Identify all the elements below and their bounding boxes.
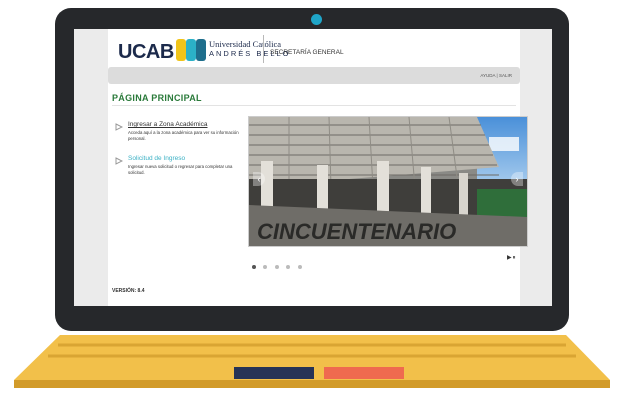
page-title: PÁGINA PRINCIPAL: [112, 93, 202, 103]
webcam-icon: [311, 14, 322, 25]
slide-dot[interactable]: [297, 265, 302, 269]
web-page: UCAB Universidad Católica ANDRÉS BELLO S…: [108, 29, 528, 306]
image-slideshow[interactable]: CINCUENTENARIO ‹ ›: [248, 116, 528, 247]
logo-hexagon-teal-icon: [186, 39, 196, 61]
academic-zone-description: Acceda aquí a la zona académica para ver…: [128, 130, 239, 141]
play-pause-icon[interactable]: ▶⏸: [507, 254, 517, 262]
logo-hexagon-blue-icon: [196, 39, 206, 61]
top-bar-links: AYUDA | SALIR: [480, 73, 512, 78]
slide-sign-text: CINCUENTENARIO: [257, 219, 456, 244]
next-slide-icon[interactable]: ›: [511, 172, 523, 186]
slide-dot[interactable]: [252, 265, 256, 269]
logout-link[interactable]: SALIR: [499, 73, 512, 78]
top-bar: AYUDA | SALIR: [108, 67, 520, 84]
header-divider: [263, 35, 264, 63]
academic-zone-link[interactable]: Ingresar a Zona Académica: [128, 121, 208, 128]
laptop-screen: UCAB Universidad Católica ANDRÉS BELLO S…: [74, 29, 552, 306]
arrow-right-icon: [115, 123, 124, 131]
arrow-right-icon: [115, 157, 124, 165]
logo-hexagon-yellow-icon: [176, 39, 186, 61]
logo-text: UCAB: [118, 41, 174, 63]
link-separator: |: [496, 73, 498, 78]
slide-image: CINCUENTENARIO: [249, 117, 527, 246]
slide-dot[interactable]: [263, 265, 268, 269]
slide-indicators: [252, 256, 305, 274]
version-label: VERSIÓN: 8.4: [112, 288, 145, 294]
slide-dot[interactable]: [274, 265, 279, 269]
university-name-line1: Universidad Católica: [209, 39, 281, 49]
help-link[interactable]: AYUDA: [480, 73, 495, 78]
title-divider: [112, 105, 516, 106]
slide-dot[interactable]: [286, 265, 291, 269]
department-name: SECRETARÍA GENERAL: [270, 49, 344, 56]
admission-request-description: Ingresar nueva solicitud o regresar para…: [128, 164, 233, 175]
admission-request-link[interactable]: Solicitud de Ingreso: [128, 155, 185, 162]
